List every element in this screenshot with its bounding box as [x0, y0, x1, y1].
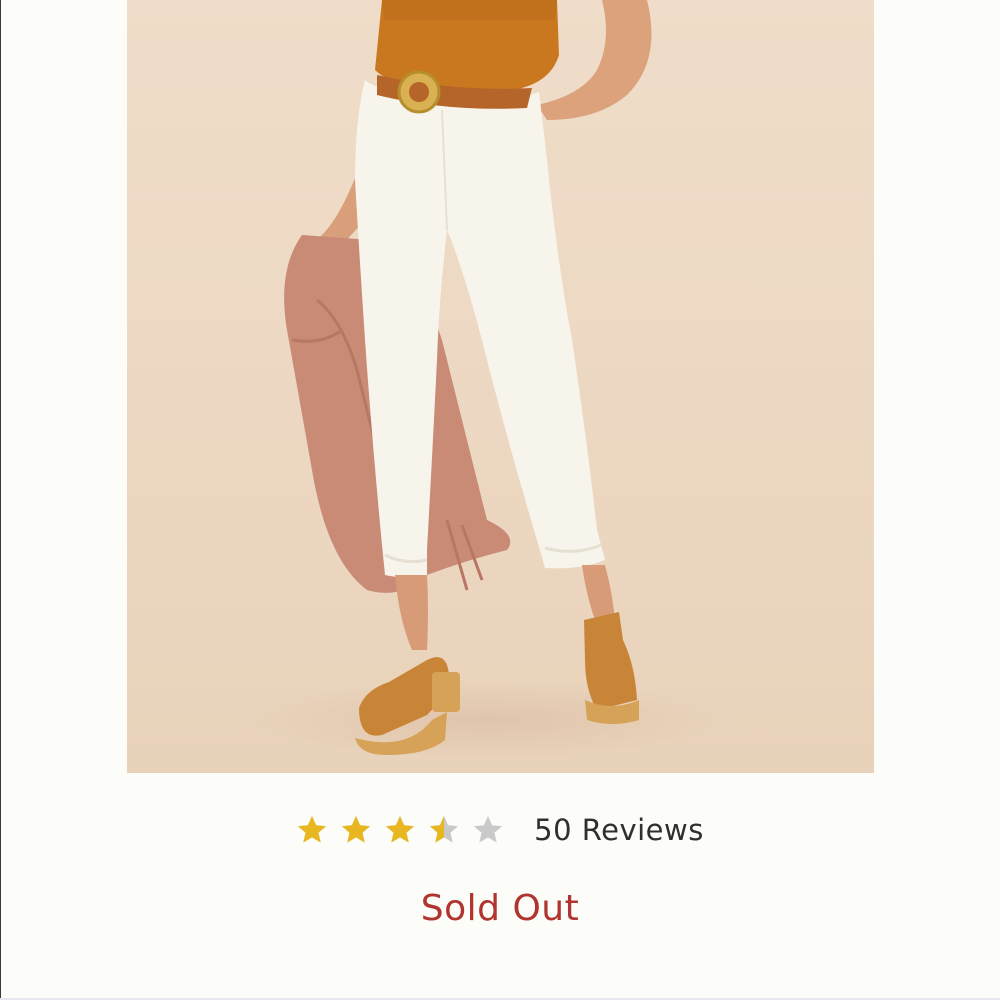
star-filled-icon: [386, 816, 415, 843]
product-image[interactable]: [127, 0, 874, 773]
star-rating[interactable]: [296, 814, 504, 846]
star-empty-icon: [474, 816, 503, 843]
reviews-link[interactable]: 50 Reviews: [534, 813, 704, 847]
star-filled-icon: [342, 816, 371, 843]
star-half-icon: [430, 816, 459, 843]
star-filled-icon: [298, 816, 327, 843]
rating-row: 50 Reviews: [0, 808, 1000, 852]
product-page: 50 Reviews Sold Out: [0, 0, 1000, 1000]
availability-status: Sold Out: [420, 888, 580, 929]
